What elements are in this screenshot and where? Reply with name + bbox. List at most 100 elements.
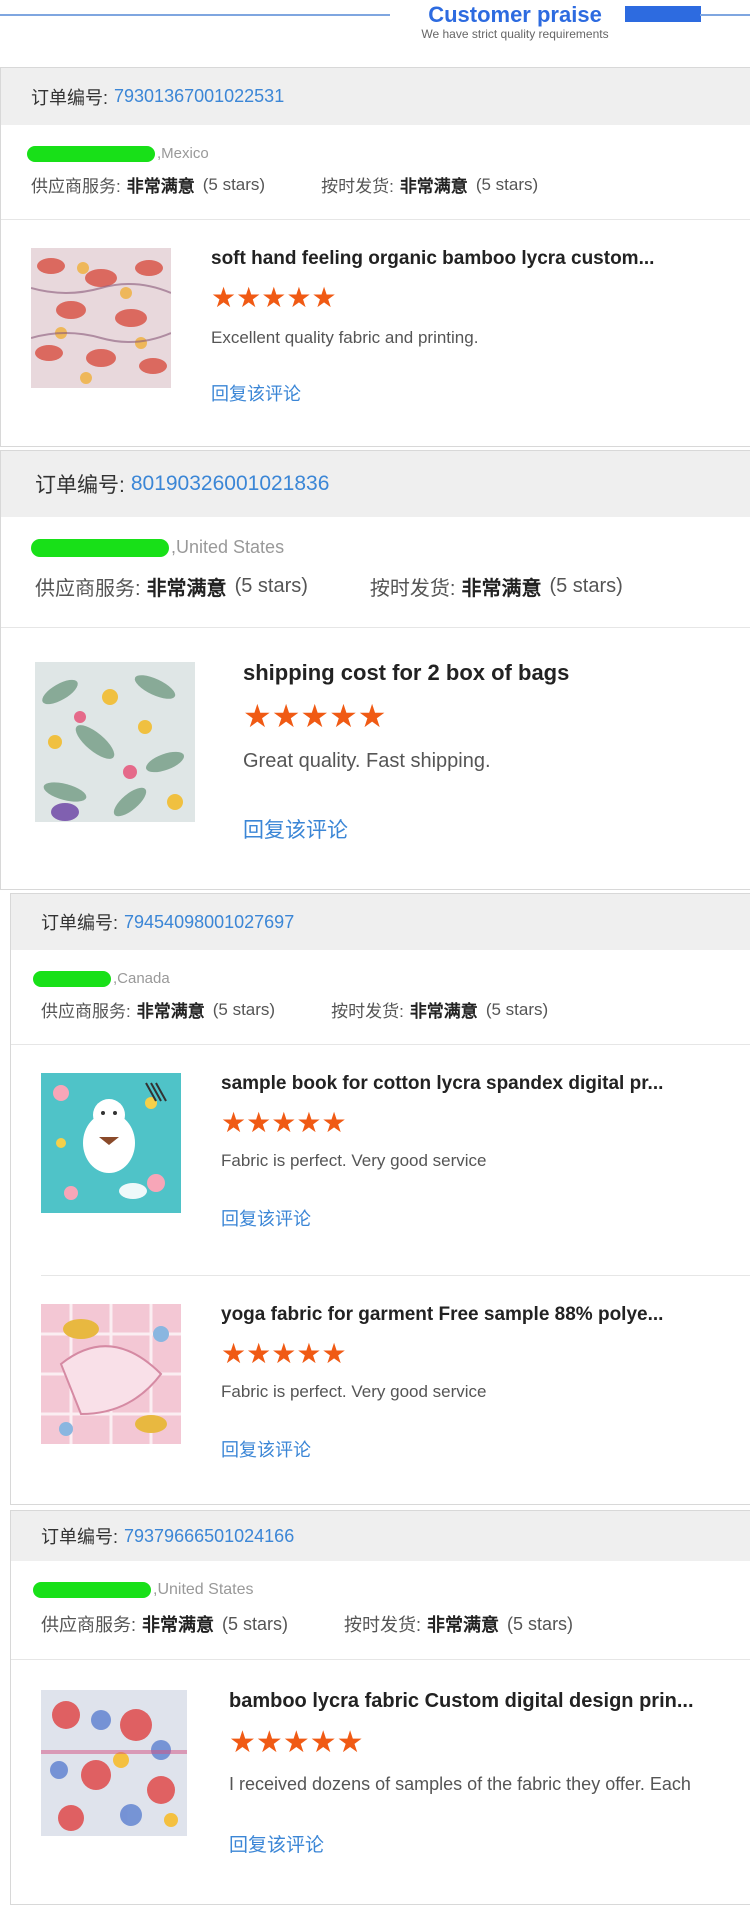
order-number[interactable]: 79301367001022531 — [114, 86, 284, 107]
supplier-service-label: 供应商服务: — [41, 1615, 137, 1635]
review-comment: Great quality. Fast shipping. — [243, 750, 491, 772]
star-icon: ★ — [229, 1726, 256, 1759]
product-thumbnail[interactable] — [41, 1304, 181, 1444]
star-icon: ★ — [271, 1338, 297, 1369]
star-rating: ★ ★ ★ ★ ★ — [221, 1109, 347, 1137]
product-title[interactable]: soft hand feeling organic bamboo lycra c… — [211, 248, 701, 270]
delivery-label: 按时发货: — [369, 578, 456, 600]
supplier-service-value: 非常满意 — [142, 1615, 215, 1635]
header-divider-right — [700, 14, 750, 16]
star-icon: ★ — [246, 1107, 272, 1138]
order-header: 订单编号: 79379666501024166 — [11, 1511, 750, 1561]
buyer-country: ,Mexico — [157, 145, 209, 162]
review-card: 订单编号: 80190326001021836 ,United States 供… — [0, 450, 750, 890]
rating-summary: 供应商服务: 非常满意 (5 stars) 按时发货: 非常满意 (5 star… — [1, 172, 750, 197]
product-title[interactable]: sample book for cotton lycra spandex dig… — [221, 1073, 711, 1095]
delivery-label: 按时发货: — [331, 1002, 404, 1021]
buyer-country: ,United States — [171, 537, 285, 557]
header-accent-bar — [625, 6, 701, 22]
review-comment: I received dozens of samples of the fabr… — [229, 1774, 691, 1794]
star-icon: ★ — [221, 1107, 247, 1138]
star-icon: ★ — [309, 1726, 337, 1759]
star-icon: ★ — [321, 1107, 347, 1138]
supplier-service-value: 非常满意 — [146, 578, 227, 600]
product-title[interactable]: shipping cost for 2 box of bags — [243, 660, 713, 686]
buyer-name-mask — [33, 1582, 151, 1598]
supplier-service-stars: (5 stars) — [202, 174, 266, 194]
review-item: shipping cost for 2 box of bags ★ ★ ★ ★ … — [1, 628, 750, 878]
buyer-country: ,United States — [153, 1581, 254, 1598]
delivery-stars: (5 stars) — [549, 575, 623, 597]
order-number[interactable]: 79379666501024166 — [124, 1526, 294, 1547]
order-number-label: 订单编号: — [41, 913, 119, 933]
order-header: 订单编号: 79454098001027697 — [11, 894, 750, 950]
review-item: sample book for cotton lycra spandex dig… — [11, 1045, 750, 1275]
product-thumbnail[interactable] — [41, 1073, 181, 1213]
star-rating: ★ ★ ★ ★ ★ — [243, 700, 386, 732]
reply-link[interactable]: 回复该评论 — [211, 380, 301, 406]
buyer-info: ,United States — [1, 537, 750, 558]
star-rating: ★ ★ ★ ★ ★ — [221, 1340, 347, 1368]
review-comment: Fabric is perfect. Very good service — [221, 1382, 487, 1401]
star-rating: ★ ★ ★ ★ ★ — [229, 1728, 364, 1758]
rating-summary: 供应商服务: 非常满意 (5 stars) 按时发货: 非常满意 (5 star… — [11, 1611, 750, 1637]
delivery-stars: (5 stars) — [475, 174, 539, 194]
supplier-service-label: 供应商服务: — [35, 578, 141, 600]
star-icon: ★ — [282, 1726, 310, 1759]
star-icon: ★ — [336, 1726, 364, 1759]
supplier-service-stars: (5 stars) — [212, 999, 276, 1019]
order-number-label: 订单编号: — [31, 87, 109, 108]
buyer-info: ,Canada — [11, 970, 750, 987]
buyer-name-mask — [27, 145, 155, 162]
supplier-service-stars: (5 stars) — [234, 575, 308, 597]
order-number[interactable]: 79454098001027697 — [124, 912, 294, 933]
buyer-country: ,Canada — [113, 970, 170, 987]
order-number-label: 订单编号: — [41, 1527, 119, 1547]
review-comment: Excellent quality fabric and printing. — [211, 328, 479, 347]
star-icon: ★ — [329, 698, 358, 734]
delivery-value: 非常满意 — [409, 1002, 478, 1021]
star-icon: ★ — [296, 1107, 322, 1138]
star-icon: ★ — [243, 698, 272, 734]
delivery-label: 按时发货: — [344, 1615, 422, 1635]
product-title[interactable]: yoga fabric for garment Free sample 88% … — [221, 1304, 711, 1326]
section-title: Customer praise — [428, 2, 602, 27]
star-icon: ★ — [261, 282, 287, 313]
reply-link[interactable]: 回复该评论 — [221, 1205, 311, 1231]
review-card: 订单编号: 79301367001022531 ,Mexico 供应商服务: 非… — [0, 67, 750, 447]
star-icon: ★ — [296, 1338, 322, 1369]
product-thumbnail[interactable] — [41, 1690, 187, 1836]
reply-link[interactable]: 回复该评论 — [229, 1830, 324, 1857]
star-icon: ★ — [311, 282, 337, 313]
reply-link[interactable]: 回复该评论 — [243, 814, 348, 844]
reply-link[interactable]: 回复该评论 — [221, 1436, 311, 1462]
order-number[interactable]: 80190326001021836 — [131, 472, 330, 496]
product-title[interactable]: bamboo lycra fabric Custom digital desig… — [229, 1690, 719, 1713]
star-icon: ★ — [286, 282, 312, 313]
star-icon: ★ — [221, 1338, 247, 1369]
buyer-info: ,United States — [11, 1581, 750, 1599]
delivery-stars: (5 stars) — [507, 1613, 574, 1634]
review-card: 订单编号: 79454098001027697 ,Canada 供应商服务: 非… — [10, 893, 750, 1505]
section-header: Customer praise We have strict quality r… — [0, 0, 750, 60]
review-item: bamboo lycra fabric Custom digital desig… — [11, 1660, 750, 1890]
supplier-service-label: 供应商服务: — [31, 177, 121, 196]
review-card: 订单编号: 79379666501024166 ,United States 供… — [10, 1510, 750, 1905]
star-icon: ★ — [357, 698, 387, 734]
section-subtitle: We have strict quality requirements — [421, 27, 609, 41]
buyer-name-mask — [33, 970, 111, 987]
star-icon: ★ — [271, 1107, 297, 1138]
delivery-label: 按时发货: — [321, 177, 394, 196]
delivery-value: 非常满意 — [399, 177, 468, 196]
supplier-service-value: 非常满意 — [136, 1002, 205, 1021]
supplier-service-stars: (5 stars) — [222, 1613, 289, 1634]
order-header: 订单编号: 80190326001021836 — [1, 451, 750, 517]
star-rating: ★ ★ ★ ★ ★ — [211, 284, 337, 312]
product-thumbnail[interactable] — [35, 662, 195, 822]
rating-summary: 供应商服务: 非常满意 (5 stars) 按时发货: 非常满意 (5 star… — [11, 997, 750, 1022]
supplier-service-label: 供应商服务: — [41, 1002, 131, 1021]
product-thumbnail[interactable] — [31, 248, 171, 388]
review-comment: Fabric is perfect. Very good service — [221, 1151, 487, 1170]
star-icon: ★ — [271, 698, 301, 734]
star-icon: ★ — [211, 282, 237, 313]
